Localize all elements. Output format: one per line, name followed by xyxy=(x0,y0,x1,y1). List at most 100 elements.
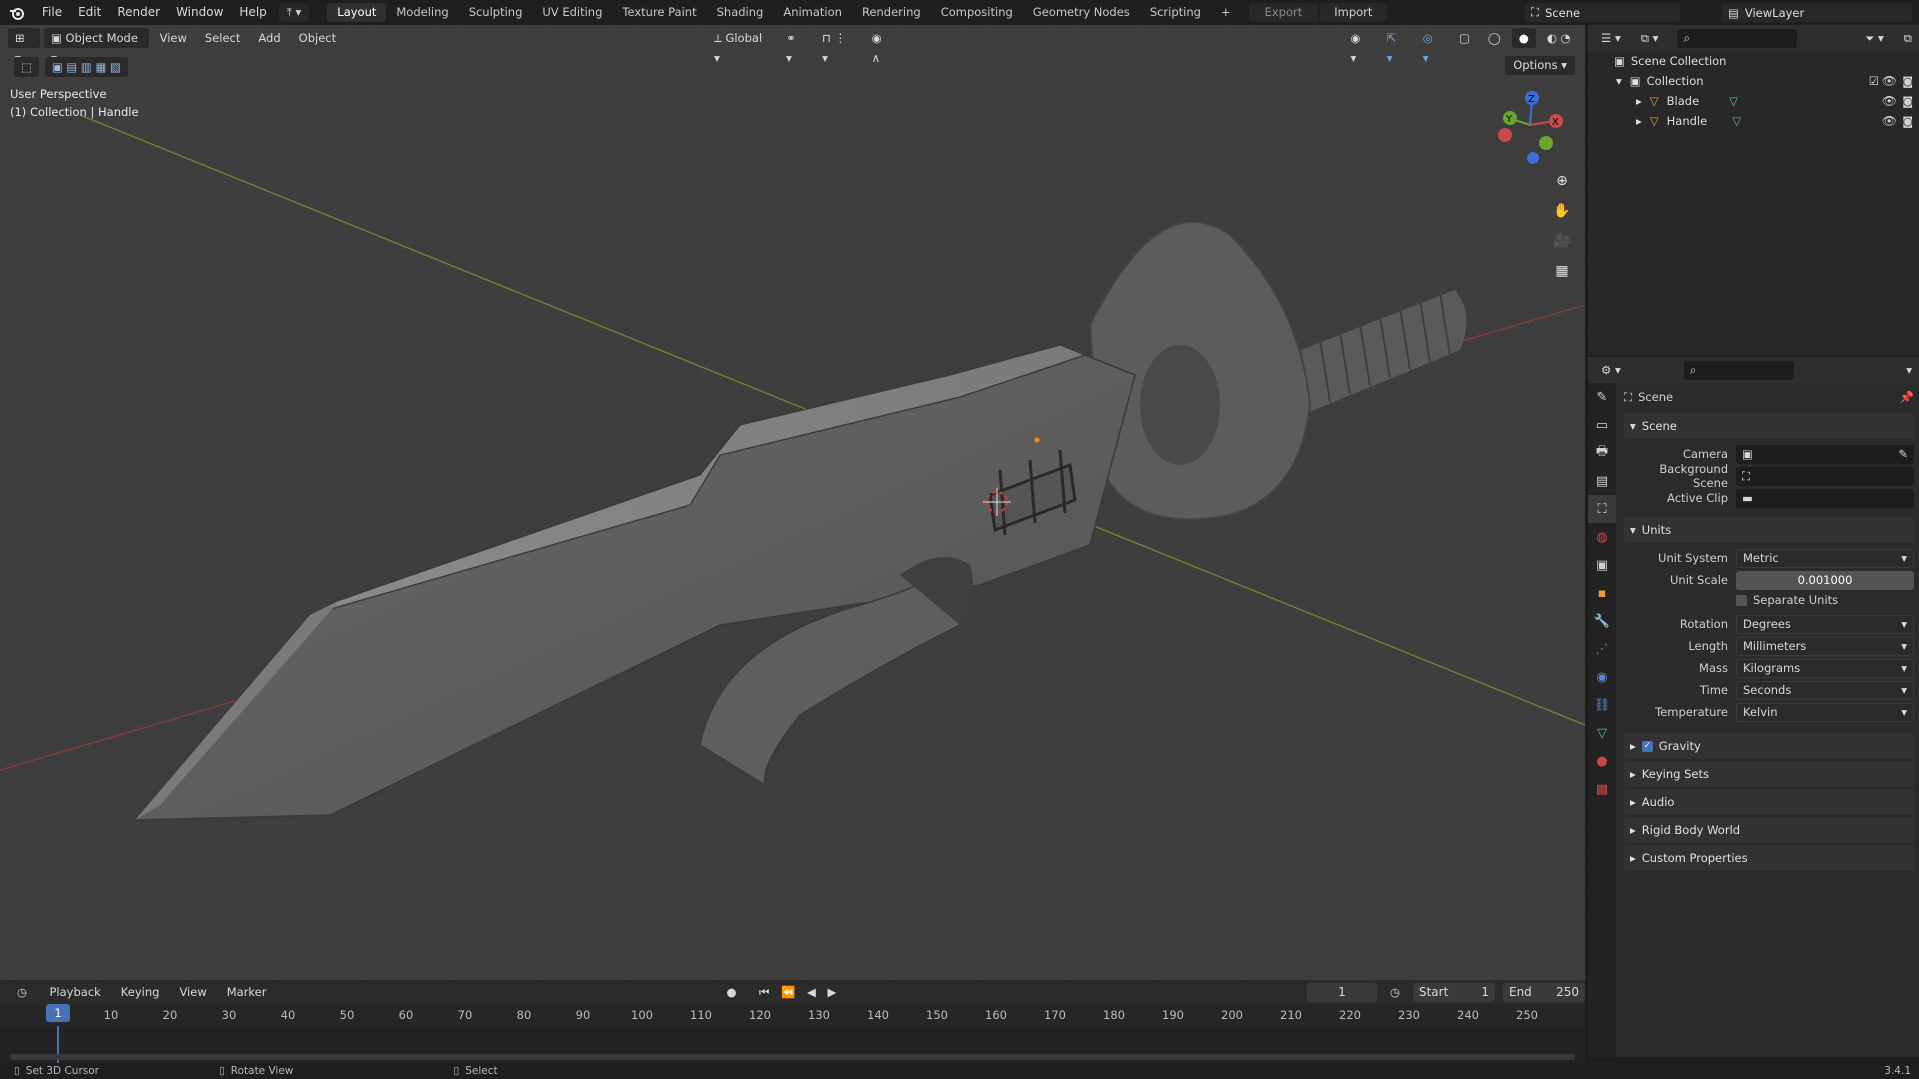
camera-icon[interactable]: ◙ xyxy=(1902,95,1913,108)
menu-marker[interactable]: Marker xyxy=(220,982,274,1002)
snap-icon[interactable]: ⊓ ⋮ ▾ xyxy=(815,28,861,65)
import-button[interactable]: Import xyxy=(1320,3,1387,22)
start-frame-input[interactable]: Start 1 xyxy=(1412,982,1495,1002)
orientation-dropdown[interactable]: ⟂ Global ▾ xyxy=(707,28,775,65)
scene-collection-row[interactable]: ▣ Scene Collection xyxy=(1588,51,1919,71)
scene-panel-header[interactable]: ▾ Scene xyxy=(1624,413,1914,439)
mass-select[interactable]: Kilograms ▾ xyxy=(1736,658,1914,678)
properties-options-icon[interactable]: ▾ xyxy=(1899,360,1919,380)
end-frame-input[interactable]: End 250 xyxy=(1502,982,1585,1002)
zoom-icon[interactable]: ⊕ xyxy=(1551,170,1573,192)
menu-render[interactable]: Render xyxy=(109,0,168,25)
overlay-icon[interactable]: ◎ ▾ xyxy=(1416,28,1448,65)
constraints-tab-icon[interactable]: ⛓ xyxy=(1588,691,1616,719)
modifier-tab-icon[interactable]: 🔧 xyxy=(1588,607,1616,635)
shading-solid-icon[interactable]: ● xyxy=(1511,28,1536,48)
time-select[interactable]: Seconds ▾ xyxy=(1736,680,1914,700)
outliner-editor-icon[interactable]: ☰ ▾ xyxy=(1594,28,1628,48)
checkbox-icon[interactable]: ☑ xyxy=(1869,74,1879,88)
pin-icon[interactable]: 📌 xyxy=(1900,390,1914,404)
tab-animation[interactable]: Animation xyxy=(773,3,852,22)
output-tab-icon[interactable]: 🖶 xyxy=(1588,439,1616,467)
timeline-editor-icon[interactable]: ◷ ▾ xyxy=(10,982,36,1019)
material-tab-icon[interactable]: ● xyxy=(1588,747,1616,775)
outliner-item-blade[interactable]: ▸ ▽ Blade ▽ 👁 ◙ xyxy=(1588,91,1919,111)
rotation-select[interactable]: Degrees ▾ xyxy=(1736,614,1914,634)
camera-field[interactable]: ▣ ✎ xyxy=(1736,444,1914,464)
eye-icon[interactable]: 👁 xyxy=(1882,74,1897,88)
new-collection-icon[interactable]: ⧉ xyxy=(1897,28,1919,48)
timeline-ruler[interactable]: 10 20 30 40 50 60 70 80 90 100 110 120 1… xyxy=(0,1004,1585,1026)
unit-system-select[interactable]: Metric ▾ xyxy=(1736,548,1914,568)
display-mode-icon[interactable]: ⧉ ▾ xyxy=(1634,28,1666,48)
collection-row[interactable]: ▾ ▣ Collection ☑ 👁 ◙ xyxy=(1588,71,1919,91)
gravity-checkbox[interactable]: ✓ xyxy=(1641,740,1653,752)
tab-compositing[interactable]: Compositing xyxy=(931,3,1023,22)
menu-select[interactable]: Select xyxy=(198,28,247,48)
playback-controls[interactable]: ⏮ ⏪ ◀ ▶ ⏩ ⏭ xyxy=(752,982,849,1019)
data-tab-icon[interactable]: ▽ xyxy=(1588,719,1616,747)
render-tab-icon[interactable]: ▭ xyxy=(1588,411,1616,439)
menu-file[interactable]: File xyxy=(34,0,70,25)
separate-units-checkbox[interactable] xyxy=(1736,594,1747,606)
keying-sets-panel-header[interactable]: ▸ Keying Sets xyxy=(1624,761,1914,787)
pan-hand-icon[interactable]: ✋ xyxy=(1551,200,1573,222)
rigid-body-panel-header[interactable]: ▸ Rigid Body World xyxy=(1624,817,1914,843)
timeline-body[interactable] xyxy=(0,1026,1585,1063)
object-tab-icon[interactable]: ▪ xyxy=(1588,579,1616,607)
blender-logo-icon[interactable] xyxy=(0,0,34,25)
proportional-edit-icon[interactable]: ◉ ∧ xyxy=(865,28,900,65)
tool-tab-icon[interactable]: ✎ xyxy=(1588,383,1616,411)
world-tab-icon[interactable]: ◍ xyxy=(1588,523,1616,551)
particles-tab-icon[interactable]: ⋰ xyxy=(1588,635,1616,663)
playhead[interactable]: 1 xyxy=(46,1004,70,1022)
texture-tab-icon[interactable]: ▩ xyxy=(1588,775,1616,803)
properties-search-input[interactable]: ⌕ xyxy=(1683,360,1794,380)
tab-sculpting[interactable]: Sculpting xyxy=(459,3,533,22)
xray-icon[interactable]: ▢ xyxy=(1452,28,1477,48)
clock-icon[interactable]: ◷ xyxy=(1383,982,1407,1002)
menu-object[interactable]: Object xyxy=(292,28,343,48)
active-clip-field[interactable]: ▬ xyxy=(1736,488,1914,508)
select-mode-icon[interactable]: ▣ ▤ ▥ ▦ ▧ xyxy=(44,57,128,77)
camera-icon[interactable]: ◙ xyxy=(1902,115,1913,128)
tab-shading[interactable]: Shading xyxy=(707,3,774,22)
menu-edit[interactable]: Edit xyxy=(70,0,109,25)
eye-icon[interactable]: 👁 xyxy=(1882,114,1897,128)
tool-cursor-icon[interactable]: ⬚ xyxy=(14,57,39,77)
physics-tab-icon[interactable]: ◉ xyxy=(1588,663,1616,691)
camera-view-icon[interactable]: 🎥 xyxy=(1551,230,1573,252)
menu-add[interactable]: Add xyxy=(251,28,287,48)
add-workspace-icon[interactable]: + xyxy=(1211,3,1241,22)
record-icon[interactable]: ● ▾ xyxy=(720,982,746,1019)
expand-icon[interactable]: ▸ xyxy=(1636,94,1642,108)
mode-dropdown[interactable]: ▣ Object Mode ▾ xyxy=(43,28,149,65)
current-frame-input[interactable]: 1 xyxy=(1306,982,1377,1002)
expand-icon[interactable]: ▸ xyxy=(1636,114,1642,128)
navigation-gizmo[interactable]: Z X Y xyxy=(1490,85,1570,165)
shading-wire-icon[interactable]: ◯ xyxy=(1481,28,1508,48)
menu-timeline-view[interactable]: View xyxy=(172,982,213,1002)
outliner-item-handle[interactable]: ▸ ▽ Handle ▽ 👁 ◙ xyxy=(1588,111,1919,131)
view-layer-tab-icon[interactable]: ▤ xyxy=(1588,467,1616,495)
3d-viewport[interactable]: ⊞ ▾ ▣ Object Mode ▾ View Select Add Obje… xyxy=(0,25,1585,980)
timeline-scrollbar[interactable] xyxy=(10,1054,1575,1060)
tab-uv-editing[interactable]: UV Editing xyxy=(532,3,612,22)
audio-panel-header[interactable]: ▸ Audio xyxy=(1624,789,1914,815)
tab-rendering[interactable]: Rendering xyxy=(852,3,931,22)
tab-modeling[interactable]: Modeling xyxy=(386,3,458,22)
menu-playback[interactable]: Playback ▾ xyxy=(42,982,107,1019)
tab-geometry-nodes[interactable]: Geometry Nodes xyxy=(1023,3,1140,22)
editor-type-icon[interactable]: ⊞ ▾ xyxy=(8,28,40,65)
outliner-search-input[interactable]: ⌕ xyxy=(1677,28,1798,48)
tab-scripting[interactable]: Scripting xyxy=(1140,3,1211,22)
tab-layout[interactable]: Layout xyxy=(327,3,387,22)
menu-help[interactable]: Help xyxy=(231,0,274,25)
ortho-grid-icon[interactable]: ▦ xyxy=(1551,260,1573,282)
units-panel-header[interactable]: ▾ Units xyxy=(1624,517,1914,543)
menu-window[interactable]: Window xyxy=(168,0,231,25)
view-layer-selector[interactable]: ▤ ViewLayer xyxy=(1722,3,1912,22)
length-select[interactable]: Millimeters ▾ xyxy=(1736,636,1914,656)
eye-icon[interactable]: 👁 xyxy=(1882,94,1897,108)
gizmo-icon[interactable]: ⇱ ▾ xyxy=(1380,28,1412,65)
